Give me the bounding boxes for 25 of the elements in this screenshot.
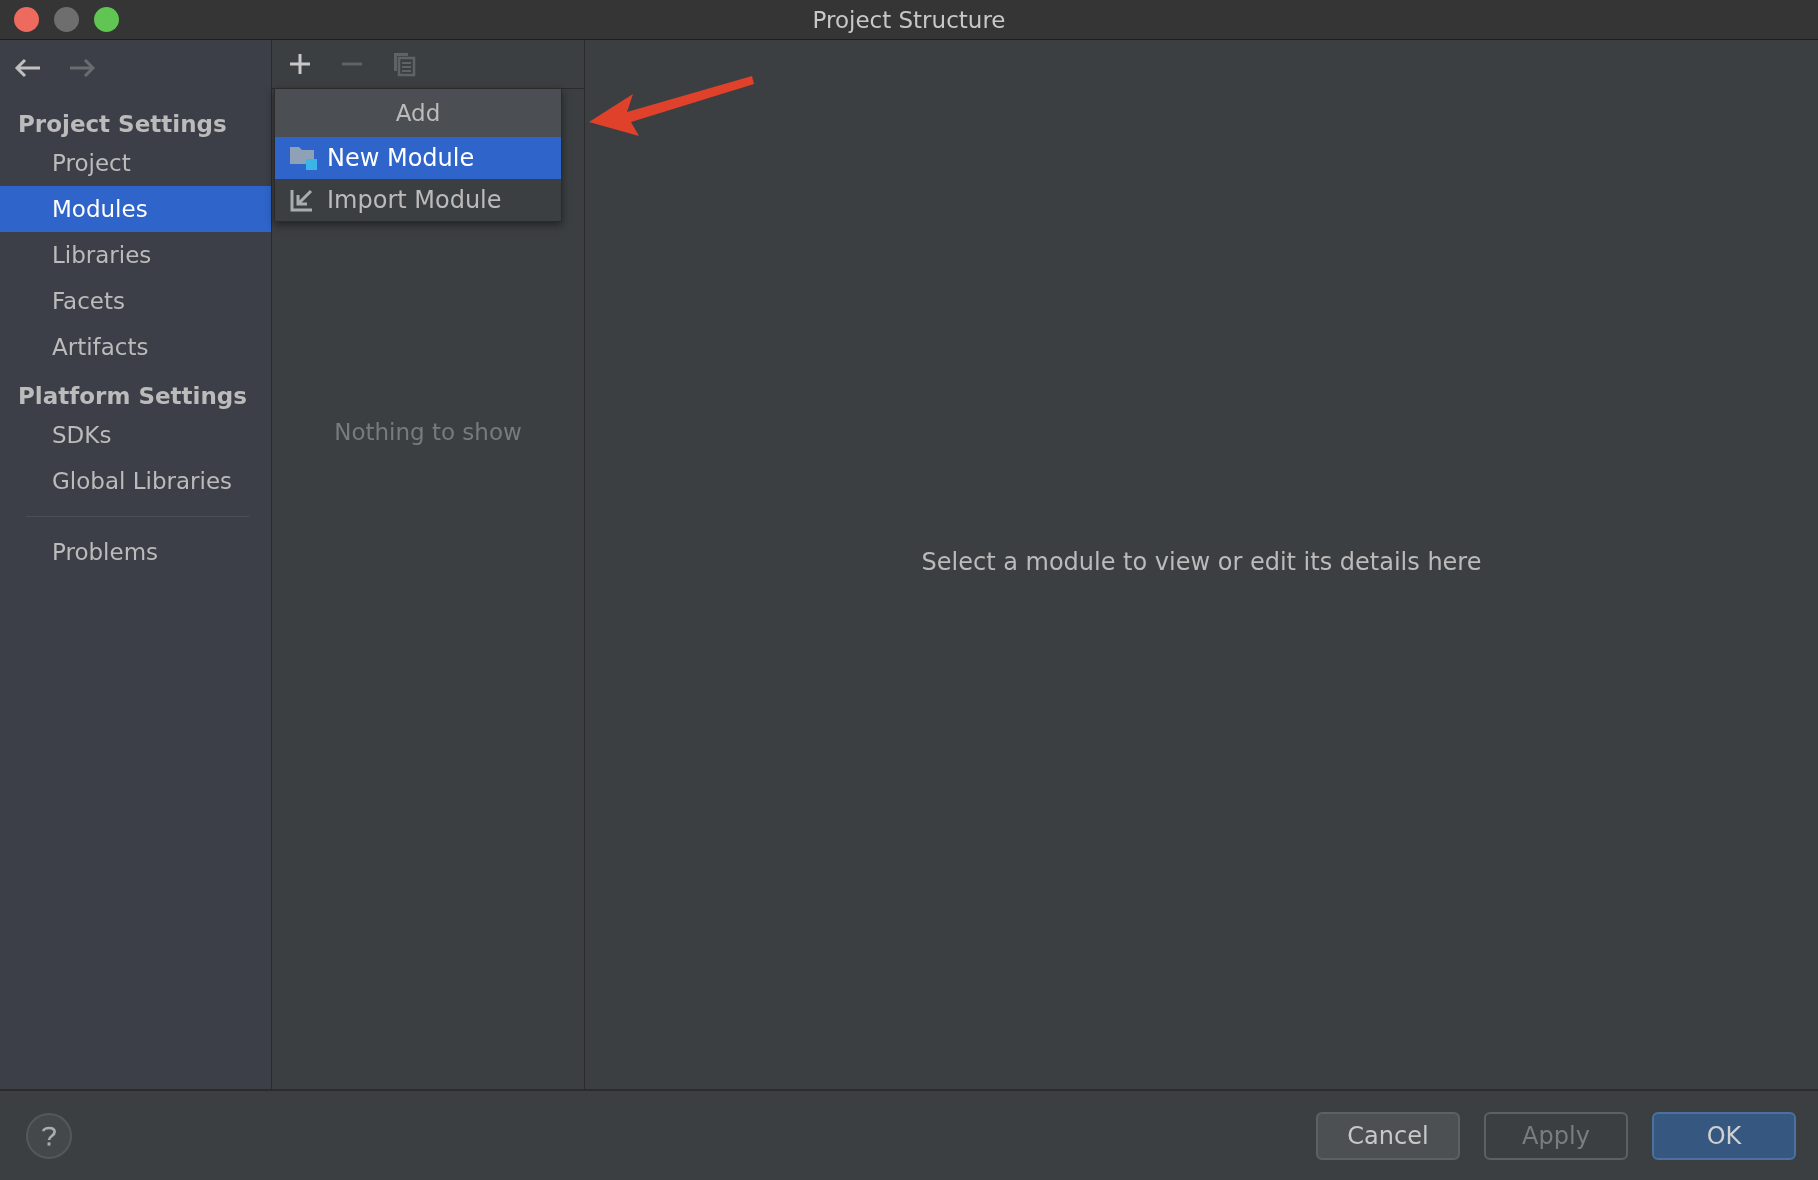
dialog-button[interactable]: OK: [1652, 1111, 1796, 1160]
dialog-button[interactable]: Cancel: [1316, 1111, 1460, 1160]
empty-list-message: Nothing to show: [334, 419, 522, 447]
section-header: Platform Settings: [17, 382, 248, 411]
details-placeholder-text: Select a module to view or edit its details here: [921, 547, 1482, 576]
add-icon[interactable]: [288, 52, 312, 76]
sidebar-item[interactable]: Artifacts: [0, 324, 271, 370]
sidebar-item[interactable]: SDKs: [0, 412, 271, 458]
window-title: Project Structure: [812, 6, 1006, 33]
help-button[interactable]: [26, 1112, 72, 1159]
sidebar-item[interactable]: Project: [0, 140, 271, 186]
sidebar-item[interactable]: Global Libraries: [0, 458, 271, 504]
sidebar-item[interactable]: Modules: [0, 186, 271, 232]
sidebar-item[interactable]: Libraries: [0, 232, 271, 278]
menu-item[interactable]: New Module: [275, 137, 561, 179]
sidebar-item[interactable]: Problems: [0, 529, 271, 575]
zoom-window-button[interactable]: [94, 7, 119, 32]
menu-title: Add: [275, 89, 561, 137]
close-window-button[interactable]: [14, 7, 39, 32]
menu-item[interactable]: Import Module: [275, 179, 561, 221]
sidebar-item[interactable]: Facets: [0, 278, 271, 324]
back-arrow-icon[interactable]: [14, 58, 42, 78]
folder-icon: [289, 145, 317, 171]
minimize-window-button[interactable]: [54, 7, 79, 32]
section-header: Project Settings: [17, 110, 228, 139]
